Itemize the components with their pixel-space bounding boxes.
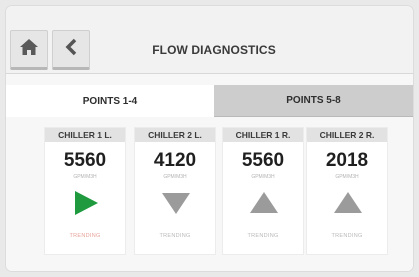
home-icon	[19, 38, 39, 61]
trend-status: TRENDING	[159, 233, 191, 239]
triangle-up-icon	[331, 188, 365, 218]
chiller-label: CHILLER 1 R.	[223, 128, 303, 142]
home-button[interactable]	[10, 30, 48, 70]
chiller-card-1l[interactable]: CHILLER 1 L. 5560 GPM/M3H TRENDING	[44, 127, 126, 255]
chiller-label: CHILLER 2 L.	[135, 128, 215, 142]
tab-bar: POINTS 1-4 POINTS 5-8	[6, 85, 413, 117]
triangle-down-icon	[159, 188, 193, 218]
flow-value: 4120	[153, 150, 197, 171]
flow-value: 5560	[241, 150, 285, 171]
flow-unit: GPM/M3H	[251, 174, 275, 180]
tab-points-5-8[interactable]: POINTS 5-8	[214, 85, 413, 117]
chiller-card-2l[interactable]: CHILLER 2 L. 4120 GPM/M3H TRENDING	[134, 127, 216, 255]
flow-unit: GPM/M3H	[163, 174, 187, 180]
chiller-cards: CHILLER 1 L. 5560 GPM/M3H TRENDING CHILL…	[6, 117, 413, 271]
chiller-label: CHILLER 2 R.	[307, 128, 387, 142]
trend-status: TRENDING	[69, 233, 101, 239]
tab-points-1-4[interactable]: POINTS 1-4	[6, 85, 214, 117]
chiller-card-1r[interactable]: CHILLER 1 R. 5560 GPM/M3H TRENDING	[222, 127, 304, 255]
flow-unit: GPM/M3H	[335, 174, 359, 180]
app-window: FLOW DIAGNOSTICS POINTS 1-4 POINTS 5-8 C…	[6, 6, 413, 271]
trend-status: TRENDING	[247, 233, 279, 239]
back-button[interactable]	[52, 30, 90, 70]
triangle-up-icon	[247, 188, 281, 218]
header-divider	[6, 73, 413, 74]
play-right-icon	[69, 188, 103, 218]
chiller-label: CHILLER 1 L.	[45, 128, 125, 142]
flow-unit: GPM/M3H	[73, 174, 97, 180]
header-bar: FLOW DIAGNOSTICS	[6, 6, 413, 74]
flow-value: 5560	[63, 150, 107, 171]
flow-value: 2018	[325, 150, 369, 171]
chiller-card-2r[interactable]: CHILLER 2 R. 2018 GPM/M3H TRENDING	[306, 127, 388, 255]
trend-status: TRENDING	[331, 233, 363, 239]
page-title: FLOW DIAGNOSTICS	[152, 43, 276, 57]
chevron-left-icon	[64, 38, 78, 61]
